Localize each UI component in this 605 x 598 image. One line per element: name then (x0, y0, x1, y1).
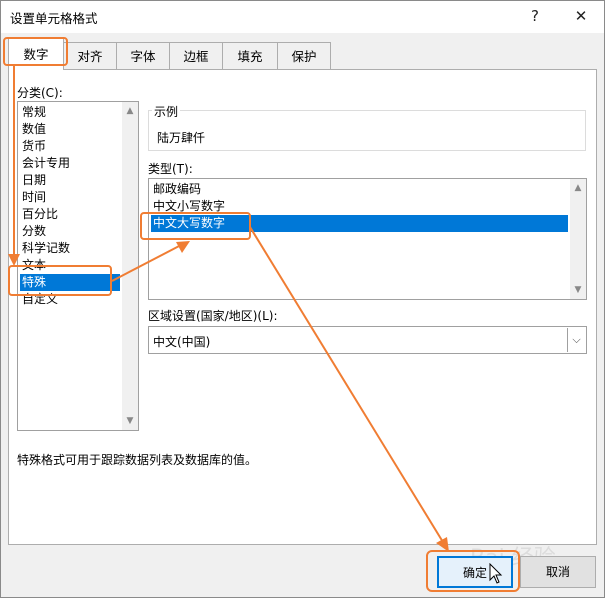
category-scrollbar[interactable]: ▲ ▼ (122, 102, 138, 430)
type-item[interactable]: 邮政编码 (151, 181, 568, 198)
category-item[interactable]: 货币 (20, 138, 120, 155)
tab-protection[interactable]: 保护 (277, 42, 331, 69)
locale-value: 中文(中国) (153, 335, 211, 349)
locale-select[interactable]: 中文(中国) ⌵ (148, 326, 587, 354)
help-button[interactable]: ? (520, 4, 550, 28)
scroll-down-icon[interactable]: ▼ (122, 414, 138, 428)
type-scrollbar[interactable]: ▲ ▼ (570, 179, 586, 299)
category-item[interactable]: 分数 (20, 223, 120, 240)
tab-fill[interactable]: 填充 (222, 42, 278, 69)
category-item[interactable]: 时间 (20, 189, 120, 206)
format-description: 特殊格式可用于跟踪数据列表及数据库的值。 (17, 453, 258, 467)
ok-highlight (426, 550, 520, 592)
cancel-button[interactable]: 取消 (520, 556, 596, 588)
category-highlight (8, 265, 112, 296)
sample-value: 陆万肆仟 (157, 131, 206, 145)
type-label: 类型(T): (148, 162, 193, 176)
close-button[interactable]: ✕ (566, 4, 596, 28)
category-item[interactable]: 常规 (20, 104, 120, 121)
scroll-up-icon[interactable]: ▲ (570, 181, 586, 195)
sample-groupbox (148, 110, 586, 151)
scroll-down-icon[interactable]: ▼ (570, 283, 586, 297)
tab-border[interactable]: 边框 (169, 42, 223, 69)
scroll-up-icon[interactable]: ▲ (122, 104, 138, 118)
chevron-down-icon[interactable]: ⌵ (567, 328, 585, 352)
dialog-title: 设置单元格格式 (10, 11, 98, 26)
tab-alignment[interactable]: 对齐 (63, 42, 117, 69)
tab-font[interactable]: 字体 (116, 42, 170, 69)
category-item[interactable]: 日期 (20, 172, 120, 189)
locale-label: 区域设置(国家/地区)(L): (148, 309, 278, 323)
sample-label: 示例 (152, 103, 181, 120)
category-item[interactable]: 科学记数 (20, 240, 120, 257)
tab-highlight (3, 37, 68, 66)
category-item[interactable]: 会计专用 (20, 155, 120, 172)
category-item[interactable]: 百分比 (20, 206, 120, 223)
category-label: 分类(C): (17, 86, 63, 100)
type-highlight (140, 212, 251, 240)
category-item[interactable]: 数值 (20, 121, 120, 138)
